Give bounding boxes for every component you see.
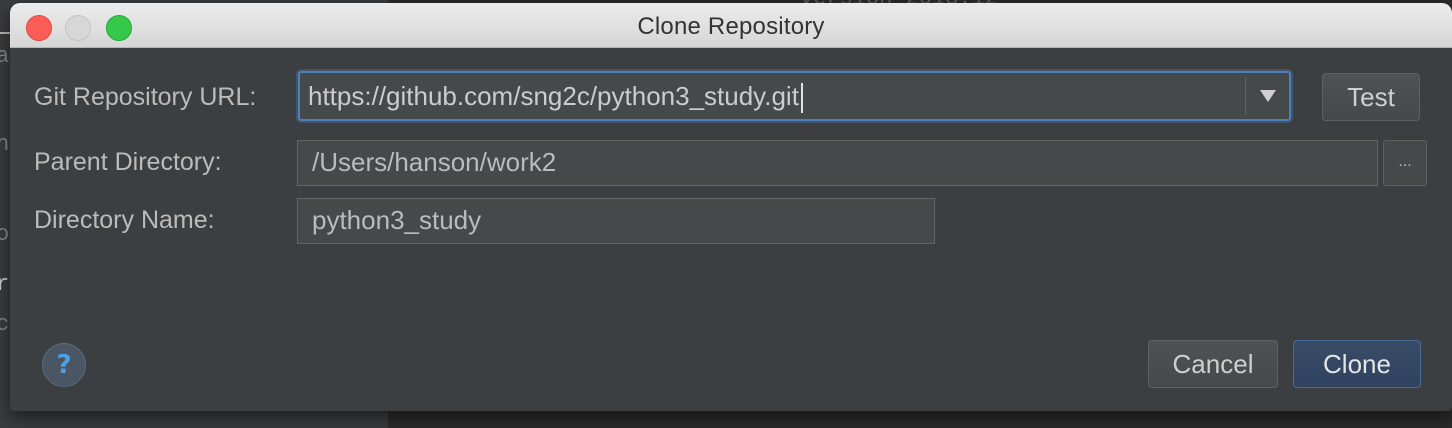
dropdown-arrow-icon[interactable]: [1246, 73, 1289, 119]
git-url-label: Git Repository URL:: [34, 83, 257, 111]
directory-name-input[interactable]: python3_study: [297, 198, 935, 244]
background-text-fragment: h: [0, 132, 10, 157]
background-text-fragment: a: [0, 44, 10, 69]
directory-name-label: Directory Name:: [34, 206, 215, 234]
git-url-value: https://github.com/sng2c/python3_study.g…: [308, 81, 799, 111]
help-button[interactable]: ?: [42, 343, 86, 387]
parent-directory-input[interactable]: /Users/hanson/work2: [297, 140, 1378, 186]
test-button[interactable]: Test: [1322, 73, 1420, 121]
cancel-button[interactable]: Cancel: [1148, 340, 1278, 388]
title-bar: Clone Repository: [10, 3, 1452, 48]
clone-button[interactable]: Clone: [1293, 340, 1421, 388]
browse-button[interactable]: ...: [1383, 140, 1427, 186]
text-caret: [800, 83, 803, 114]
background-text-fragment: o: [0, 222, 10, 247]
background-text-fragment: c: [0, 312, 10, 337]
clone-repository-dialog: Clone Repository Git Repository URL: htt…: [10, 3, 1452, 411]
dialog-title: Clone Repository: [637, 13, 825, 40]
git-url-combobox[interactable]: https://github.com/sng2c/python3_study.g…: [298, 71, 1291, 121]
git-url-input[interactable]: https://github.com/sng2c/python3_study.g…: [308, 73, 803, 119]
background-text-fragment: r: [0, 272, 10, 297]
help-icon: ?: [56, 350, 72, 380]
parent-directory-label: Parent Directory:: [34, 148, 222, 176]
test-button-label: Test: [1347, 82, 1395, 112]
